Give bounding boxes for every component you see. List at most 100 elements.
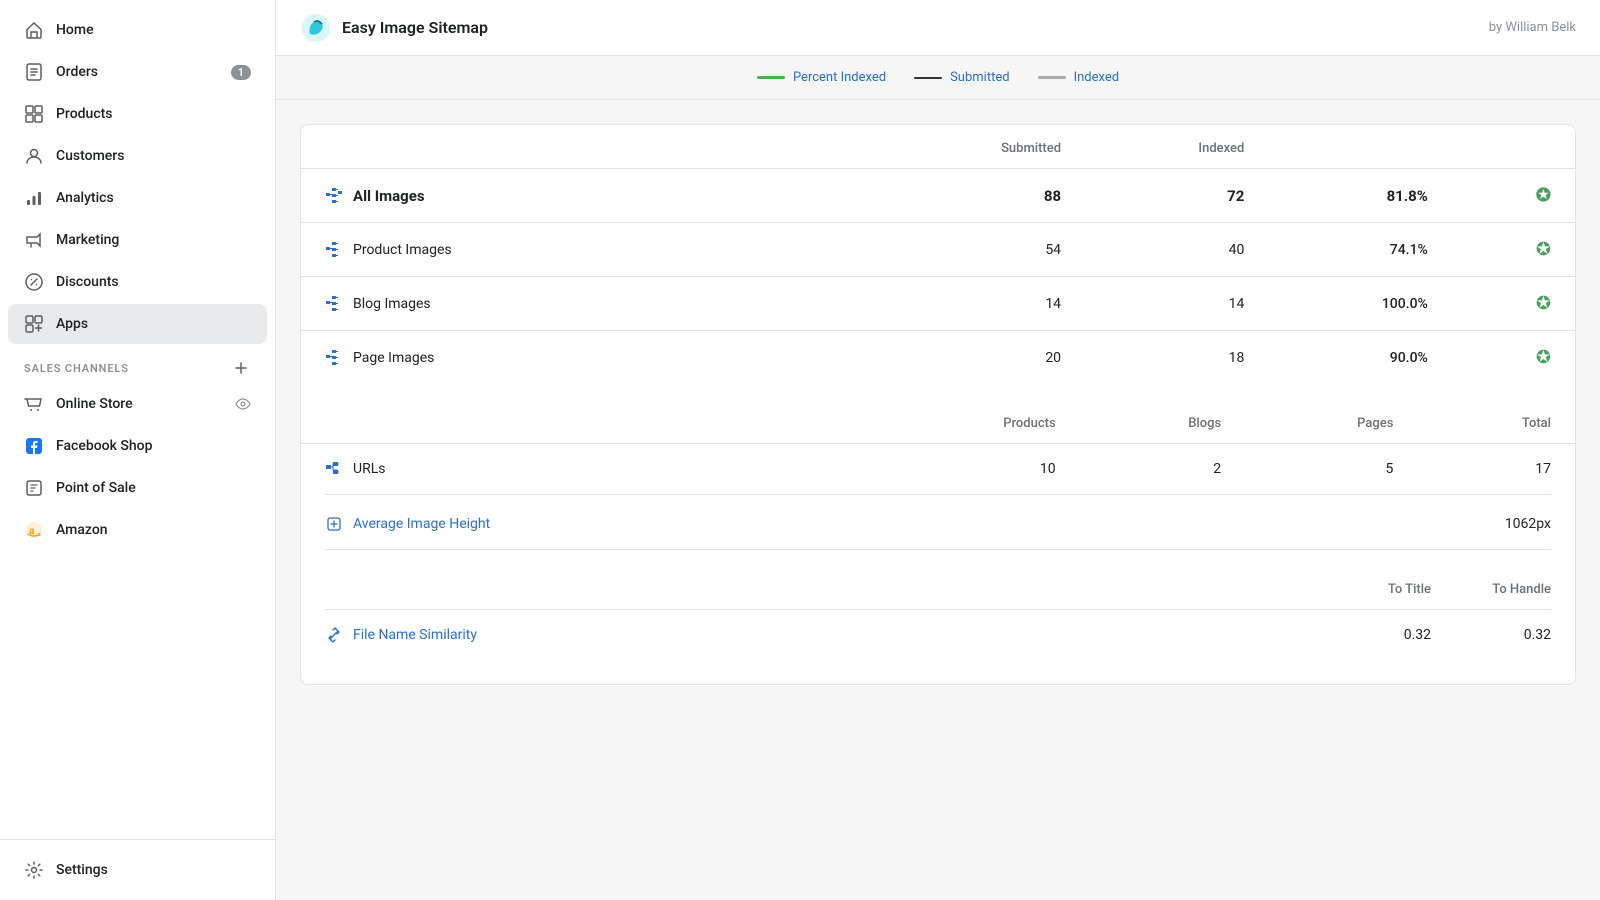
urls-total-val: 17 xyxy=(1417,444,1575,495)
sidebar-item-analytics-label: Analytics xyxy=(56,190,114,206)
sidebar-item-settings[interactable]: Settings xyxy=(8,850,267,890)
sidebar-item-amazon-label: Amazon xyxy=(56,522,108,538)
avg-image-height-link[interactable]: Average Image Height xyxy=(325,515,490,533)
product-images-indexed: 40 xyxy=(1085,223,1268,277)
add-sales-channel-button[interactable] xyxy=(231,358,251,378)
sidebar-item-amazon[interactable]: a Amazon xyxy=(8,510,267,550)
all-images-label: All Images xyxy=(353,187,425,205)
sidebar-item-apps-label: Apps xyxy=(56,316,88,332)
file-name-similarity-label: File Name Similarity xyxy=(353,627,477,643)
sidebar-item-marketing[interactable]: Marketing xyxy=(8,220,267,260)
submitted-line xyxy=(914,77,942,79)
star-icon-product: ✪ xyxy=(1536,239,1551,260)
col-name-header xyxy=(301,125,874,169)
sitemap-icon-product xyxy=(325,241,343,259)
file-name-similarity-link[interactable]: File Name Similarity xyxy=(325,626,1311,644)
similarity-icon xyxy=(325,626,343,644)
sidebar-item-facebook-shop-label: Facebook Shop xyxy=(56,438,152,454)
page-images-name: Page Images xyxy=(301,331,874,385)
indexed-line xyxy=(1038,76,1066,79)
products-icon xyxy=(24,104,44,124)
table-row: Page Images 20 18 90.0% ✪ xyxy=(301,331,1575,385)
col-indexed-header: Indexed xyxy=(1085,125,1268,169)
page-images-star: ✪ xyxy=(1452,331,1575,385)
page-images-label: Page Images xyxy=(353,350,434,366)
main-content: Easy Image Sitemap by William Belk Perce… xyxy=(276,0,1600,900)
facebook-icon xyxy=(24,436,44,456)
page-images-indexed: 18 xyxy=(1085,331,1268,385)
all-images-star: ✪ xyxy=(1452,169,1575,223)
urls-spacer xyxy=(301,384,1575,400)
blog-images-star: ✪ xyxy=(1452,277,1575,331)
table-row: Product Images 54 40 74.1% ✪ xyxy=(301,223,1575,277)
sitemap-icon-blog xyxy=(325,295,343,313)
product-images-label: Product Images xyxy=(353,242,452,258)
urls-col-blogs: Blogs xyxy=(1080,400,1246,444)
urls-sitemap-icon xyxy=(325,460,343,478)
legend-percent-indexed-label: Percent Indexed xyxy=(793,70,886,85)
blog-images-label: Blog Images xyxy=(353,296,431,312)
app-title: Easy Image Sitemap xyxy=(300,12,488,44)
sim-to-title-val: 0.32 xyxy=(1311,627,1431,643)
app-logo-icon xyxy=(300,12,332,44)
topbar: Easy Image Sitemap by William Belk xyxy=(276,0,1600,56)
legend-bar: Percent Indexed Submitted Indexed xyxy=(276,56,1600,100)
urls-name: URLs xyxy=(301,444,874,495)
legend-submitted[interactable]: Submitted xyxy=(914,70,1009,85)
sidebar-item-orders-label: Orders xyxy=(56,64,98,80)
main-card: Submitted Indexed xyxy=(300,124,1576,685)
sidebar-item-apps[interactable]: Apps xyxy=(8,304,267,344)
all-images-indexed: 72 xyxy=(1085,169,1268,223)
table-row: Blog Images 14 14 100.0% ✪ xyxy=(301,277,1575,331)
sidebar-item-discounts[interactable]: Discounts xyxy=(8,262,267,302)
all-images-pct: 81.8% xyxy=(1268,169,1452,223)
orders-badge: 1 xyxy=(231,65,251,80)
urls-col-name xyxy=(301,400,874,444)
all-images-name: All Images xyxy=(301,169,874,223)
urls-col-products: Products xyxy=(874,400,1079,444)
sitemap-icon-page xyxy=(325,349,343,367)
sidebar-item-products-label: Products xyxy=(56,106,113,122)
home-icon xyxy=(24,20,44,40)
product-images-star: ✪ xyxy=(1452,223,1575,277)
legend-indexed[interactable]: Indexed xyxy=(1038,70,1120,85)
discounts-icon xyxy=(24,272,44,292)
sidebar-item-orders[interactable]: Orders 1 xyxy=(8,52,267,92)
legend-percent-indexed[interactable]: Percent Indexed xyxy=(757,70,886,85)
star-icon-blog: ✪ xyxy=(1536,293,1551,314)
sidebar-item-customers-label: Customers xyxy=(56,148,124,164)
file-name-similarity-row: File Name Similarity 0.32 0.32 xyxy=(325,609,1551,660)
urls-col-total: Total xyxy=(1417,400,1575,444)
avg-image-height-label: Average Image Height xyxy=(353,516,490,532)
urls-col-pages: Pages xyxy=(1245,400,1417,444)
legend-indexed-label: Indexed xyxy=(1074,70,1120,85)
col-submitted-header: Submitted xyxy=(874,125,1085,169)
sidebar-item-online-store[interactable]: Online Store xyxy=(8,384,267,424)
orders-icon xyxy=(24,62,44,82)
sidebar-item-point-of-sale[interactable]: Point of Sale xyxy=(8,468,267,508)
all-images-submitted: 88 xyxy=(874,169,1085,223)
similarity-header: To Title To Handle xyxy=(325,566,1551,609)
sidebar-item-facebook-shop[interactable]: Facebook Shop xyxy=(8,426,267,466)
online-store-icon xyxy=(24,394,44,414)
avg-icon xyxy=(325,515,343,533)
percent-indexed-line xyxy=(757,76,785,79)
sidebar-item-products[interactable]: Products xyxy=(8,94,267,134)
col-pct-header xyxy=(1268,125,1452,169)
image-stats-table: Submitted Indexed xyxy=(301,125,1575,384)
online-store-eye-button[interactable] xyxy=(235,396,251,412)
sidebar-item-customers[interactable]: Customers xyxy=(8,136,267,176)
sales-channels-section: SALES CHANNELS xyxy=(0,346,275,382)
sidebar-item-settings-label: Settings xyxy=(56,862,108,878)
urls-stats-table: Products Blogs Pages Total xyxy=(301,400,1575,494)
sidebar-item-home[interactable]: Home xyxy=(8,10,267,50)
sidebar-item-marketing-label: Marketing xyxy=(56,232,119,248)
by-author: by William Belk xyxy=(1489,20,1576,35)
legend-submitted-label: Submitted xyxy=(950,70,1009,85)
analytics-icon xyxy=(24,188,44,208)
avg-image-height-row: Average Image Height 1062px xyxy=(325,494,1551,550)
table-row: All Images 88 72 81.8% ✪ xyxy=(301,169,1575,223)
col-status-header xyxy=(1452,125,1575,169)
content-area: Submitted Indexed xyxy=(276,100,1600,900)
sidebar-item-analytics[interactable]: Analytics xyxy=(8,178,267,218)
